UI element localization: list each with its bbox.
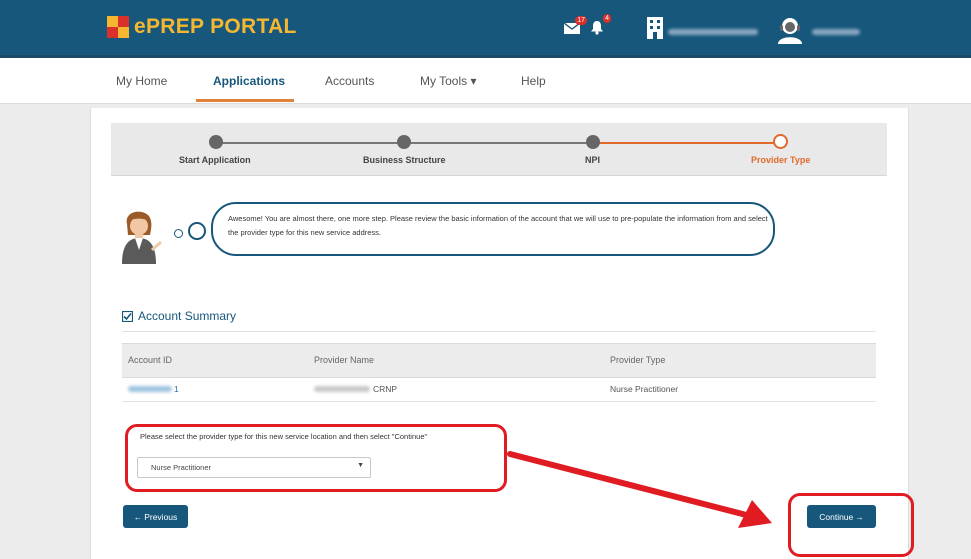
main-nav: My Home Applications Accounts My Tools ▾… — [0, 58, 971, 104]
brand-title: ePREP PORTAL — [134, 15, 297, 38]
bell-icon — [591, 21, 603, 35]
organization-switcher[interactable] — [647, 17, 663, 44]
column-header-provider-name: Provider Name — [314, 355, 375, 365]
nav-help[interactable]: Help — [521, 74, 546, 88]
provider-name-redacted — [314, 386, 370, 392]
provider-type-select-value: Nurse Practitioner — [151, 463, 212, 472]
step-label-business-structure: Business Structure — [363, 155, 446, 165]
column-header-provider-type: Provider Type — [610, 355, 666, 365]
mail-badge: 17 — [575, 16, 587, 25]
assistant-speech-bubble: Awesome! You are almost there, one more … — [211, 202, 775, 256]
account-id-link[interactable]: 1 — [174, 384, 179, 394]
provider-type-cell: Nurse Practitioner — [610, 384, 679, 394]
annotation-arrow — [507, 451, 772, 528]
summary-table-header: Account ID Provider Name Provider Type — [122, 343, 876, 378]
nav-accounts[interactable]: Accounts — [325, 74, 374, 88]
nav-applications[interactable]: Applications — [213, 74, 285, 88]
previous-button[interactable]: ← Previous — [123, 505, 188, 528]
previous-button-label: Previous — [144, 511, 178, 522]
progress-stepper: Start Application Business Structure NPI… — [111, 123, 887, 176]
provider-type-select-label: Please select the provider type for this… — [140, 432, 428, 441]
notifications-button[interactable]: 4 — [590, 14, 611, 40]
step-label-provider-type: Provider Type — [751, 155, 811, 165]
nav-my-tools[interactable]: My Tools ▾ — [420, 74, 476, 88]
account-id-redacted — [128, 386, 172, 392]
user-avatar-icon — [778, 18, 802, 44]
step-dot-npi — [586, 135, 600, 149]
table-row: 1 CRNP Nurse Practitioner — [122, 376, 876, 402]
section-divider — [122, 331, 876, 332]
stepper-track-current — [593, 142, 781, 144]
checkbox-checked-icon — [122, 310, 133, 322]
brand[interactable]: ePREP PORTAL — [107, 15, 297, 39]
bell-badge: 4 — [603, 14, 611, 23]
top-bar: ePREP PORTAL 17 4 — [0, 0, 971, 58]
step-dot-start-application — [209, 135, 223, 149]
arrow-left-icon: ← — [133, 511, 143, 522]
provider-type-select[interactable]: Nurse Practitioner ▼ — [137, 457, 371, 478]
step-dot-business-structure — [397, 135, 411, 149]
account-summary-title: Account Summary — [138, 309, 237, 323]
account-summary-heading: Account Summary — [122, 309, 236, 323]
user-name-redacted — [812, 29, 860, 35]
assistant-avatar-icon — [122, 211, 162, 264]
user-menu-button[interactable] — [774, 16, 806, 49]
nav-my-home[interactable]: My Home — [116, 74, 167, 88]
continue-button-label: Continue — [819, 511, 854, 522]
thought-bubble-small — [174, 229, 183, 238]
organization-name-redacted — [668, 29, 758, 35]
column-header-account-id: Account ID — [128, 355, 173, 365]
thought-bubble-large — [188, 222, 206, 240]
assistant-message: Awesome! You are almost there, one more … — [228, 214, 768, 237]
provider-name-cell: CRNP — [373, 384, 398, 394]
chevron-down-icon: ▼ — [357, 462, 364, 469]
arrow-right-icon: → — [855, 511, 864, 522]
step-label-npi: NPI — [585, 155, 601, 165]
maryland-flag-icon — [107, 16, 129, 38]
step-label-start-application: Start Application — [179, 155, 251, 165]
continue-button[interactable]: Continue → — [807, 505, 876, 528]
mail-button[interactable]: 17 — [563, 16, 587, 40]
building-icon — [647, 17, 663, 39]
step-dot-provider-type — [773, 134, 788, 149]
active-tab-indicator — [196, 99, 294, 102]
